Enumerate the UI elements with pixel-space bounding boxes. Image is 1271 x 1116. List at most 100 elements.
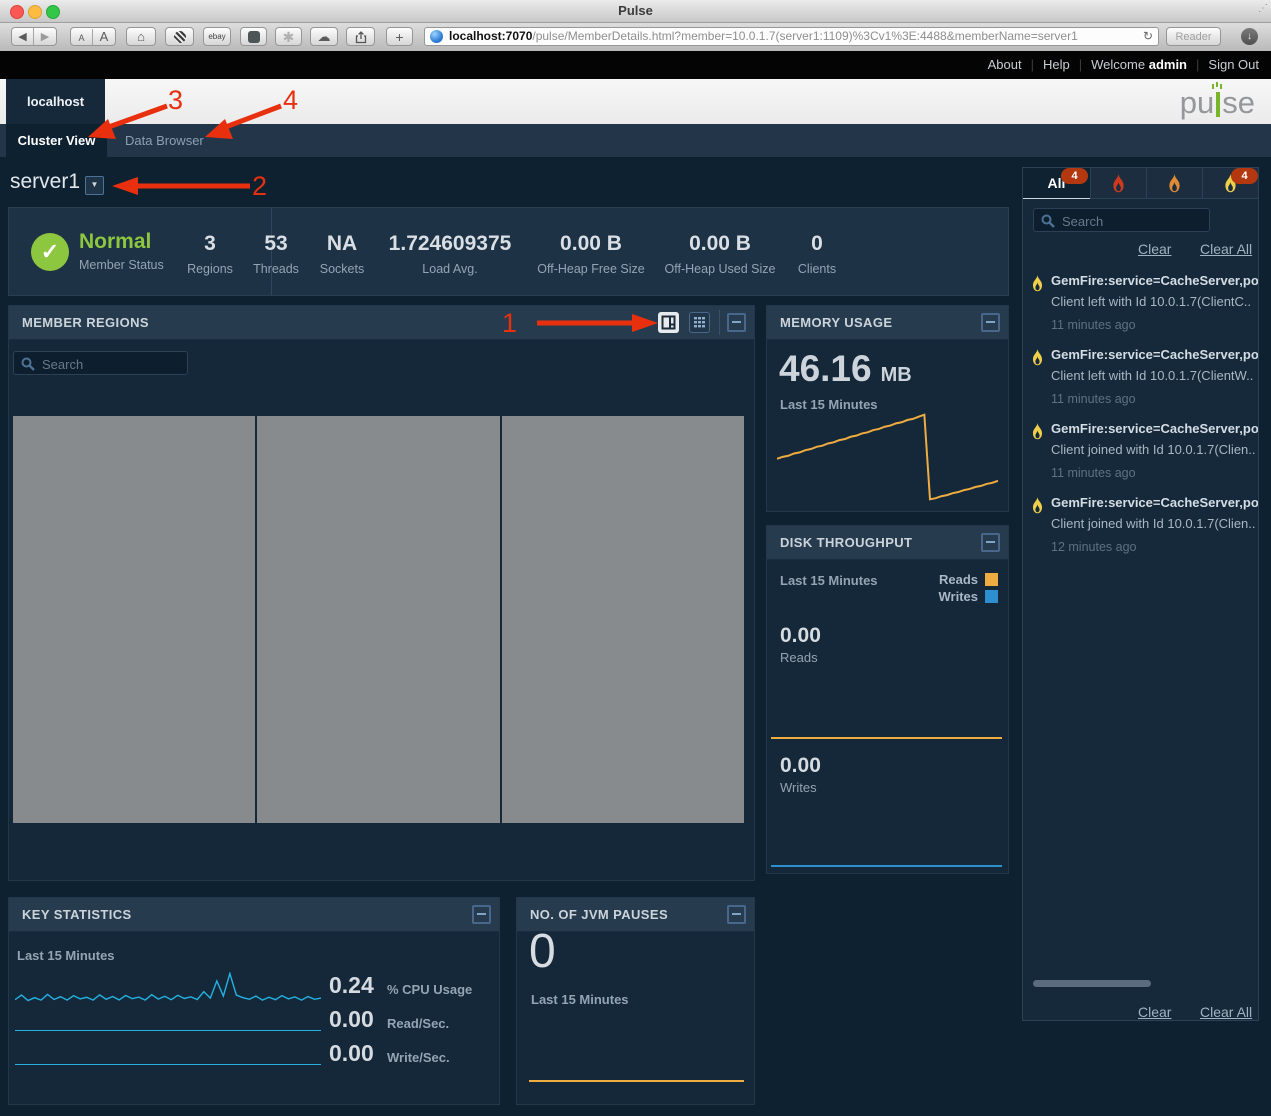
share-icon <box>355 31 367 44</box>
cpu-usage-value: 0.24 <box>329 972 374 999</box>
legend-writes: Writes <box>939 588 999 605</box>
sign-out-link[interactable]: Sign Out <box>1208 57 1259 72</box>
new-tab-button[interactable]: + <box>386 27 413 46</box>
clear-link-top[interactable]: Clear <box>1138 241 1171 257</box>
about-link[interactable]: About <box>988 57 1022 72</box>
clear-all-link-bottom[interactable]: Clear All <box>1200 1004 1252 1020</box>
annotation-label-4: 4 <box>283 85 298 116</box>
address-bar[interactable]: localhost:7070/pulse/MemberDetails.html?… <box>424 27 1159 46</box>
jvm-pauses-panel: NO. OF JVM PAUSES 0 Last 15 Minutes <box>516 897 755 1105</box>
evernote-button[interactable] <box>240 27 267 46</box>
notification-time: 11 minutes ago <box>1051 392 1136 406</box>
stat-offheap-free: 0.00 BOff-Heap Free Size <box>537 232 644 276</box>
snapback-button[interactable]: ✱ <box>275 27 302 46</box>
notification-item[interactable]: GemFire:service=CacheServer,port=404 Cli… <box>1023 273 1258 331</box>
back-forward-buttons[interactable]: ◀▶ <box>11 27 57 46</box>
collapse-key-statistics-button[interactable] <box>472 905 491 924</box>
pulse-member-details-screen: Pulse ⋰ ◀▶ AA ⌂ ebay ✱ ☁ + localhost:707… <box>0 0 1271 1116</box>
icloud-button[interactable]: ☁ <box>310 27 338 46</box>
clear-link-bottom[interactable]: Clear <box>1138 1004 1171 1020</box>
treemap-view-button[interactable] <box>658 312 679 333</box>
notification-desc: Client left with Id 10.0.1.7(ClientC.. <box>1051 294 1256 309</box>
home-button[interactable]: ⌂ <box>126 27 156 46</box>
stat-offheap-used: 0.00 BOff-Heap Used Size <box>665 232 776 276</box>
all-tab-badge: 4 <box>1061 168 1088 184</box>
collapse-memory-usage-button[interactable] <box>981 313 1000 332</box>
notification-time: 11 minutes ago <box>1051 466 1136 480</box>
writes-per-sec-label: Write/Sec. <box>387 1050 450 1065</box>
ebay-button[interactable]: ebay <box>203 27 231 46</box>
disk-reads-value: 0.00 <box>780 624 821 648</box>
text-larger-button[interactable]: A <box>93 28 115 45</box>
member-regions-title: MEMBER REGIONS <box>22 306 149 339</box>
host-tab-localhost[interactable]: localhost <box>6 79 105 124</box>
flame-yellow-icon <box>1031 497 1044 514</box>
window-titlebar: Pulse ⋰ <box>0 0 1271 23</box>
member-dropdown-button[interactable]: ▼ <box>85 176 104 195</box>
reload-button[interactable]: ↻ <box>1143 28 1153 45</box>
extension-icon <box>174 31 186 43</box>
treemap-icon <box>661 315 676 330</box>
logo-text-se: se <box>1222 85 1255 121</box>
stat-sockets: NASockets <box>320 232 364 276</box>
member-regions-panel: MEMBER REGIONS <box>8 305 755 881</box>
regions-search-input[interactable] <box>40 353 184 375</box>
memory-usage-value: 46.16MB <box>779 348 912 390</box>
tab-cluster-view[interactable]: Cluster View <box>6 124 107 157</box>
collapse-jvm-pauses-button[interactable] <box>727 905 746 924</box>
region-block[interactable] <box>13 416 255 823</box>
notification-item[interactable]: GemFire:service=CacheServer,port=404 Cli… <box>1023 421 1258 479</box>
help-link[interactable]: Help <box>1043 57 1070 72</box>
reader-button[interactable]: Reader <box>1166 27 1221 46</box>
region-block[interactable] <box>502 416 744 823</box>
tab-data-browser[interactable]: Data Browser <box>125 124 204 157</box>
notification-item[interactable]: GemFire:service=CacheServer,port=404 Cli… <box>1023 495 1258 553</box>
notification-title: GemFire:service=CacheServer,port=404 <box>1051 495 1258 510</box>
notifications-tab-severe[interactable] <box>1090 168 1146 199</box>
writes-per-sec-sparkline <box>15 1064 321 1065</box>
grid-view-button[interactable] <box>689 312 710 333</box>
window-resize-icon[interactable]: ⋰ <box>1258 3 1267 14</box>
disk-reads-chart-line <box>771 737 1002 739</box>
clear-all-link-top[interactable]: Clear All <box>1200 241 1252 257</box>
pulse-logo: puse <box>1180 85 1255 121</box>
divider: | <box>1079 57 1082 72</box>
notification-item[interactable]: GemFire:service=CacheServer,port=404 Cli… <box>1023 347 1258 405</box>
collapse-member-regions-button[interactable] <box>727 313 746 332</box>
welcome-label: Welcome <box>1091 57 1145 72</box>
status-state: Normal <box>79 230 151 254</box>
extension-button[interactable] <box>165 27 194 46</box>
memory-usage-panel: MEMORY USAGE 46.16MB Last 15 Minutes <box>766 305 1009 512</box>
share-button[interactable] <box>346 27 375 46</box>
reader-label: Reader <box>1175 31 1211 43</box>
reads-per-sec-sparkline <box>15 1030 321 1031</box>
text-size-buttons[interactable]: AA <box>70 27 116 46</box>
disk-throughput-header: DISK THROUGHPUT <box>767 526 1008 560</box>
notifications-search-input[interactable] <box>1060 210 1204 232</box>
legend-reads: Reads <box>939 571 999 588</box>
notification-time: 11 minutes ago <box>1051 318 1136 332</box>
downloads-button[interactable]: ↓ <box>1241 28 1258 45</box>
jvm-pauses-subtitle: Last 15 Minutes <box>531 992 629 1007</box>
disk-throughput-subtitle: Last 15 Minutes <box>780 573 878 588</box>
memory-usage-chart <box>777 410 998 504</box>
notification-list: GemFire:service=CacheServer,port=404 Cli… <box>1023 273 1258 569</box>
site-favicon <box>430 30 443 43</box>
flame-yellow-icon <box>1031 349 1044 366</box>
region-block[interactable] <box>257 416 499 823</box>
notifications-search <box>1033 208 1210 232</box>
notifications-sidebar: All 4 4 Clear Clear All GemFire:service=… <box>1022 167 1259 1021</box>
notifications-tab-error[interactable] <box>1146 168 1202 199</box>
back-button[interactable]: ◀ <box>12 28 34 45</box>
jvm-pauses-chart-line <box>529 1080 744 1082</box>
collapse-disk-throughput-button[interactable] <box>981 533 1000 552</box>
forward-button[interactable]: ▶ <box>34 28 56 45</box>
annotation-label-1: 1 <box>502 308 517 339</box>
disk-legend: Reads Writes <box>939 571 999 605</box>
divider: | <box>1196 57 1199 72</box>
writes-color-swatch <box>985 590 998 603</box>
disk-writes-label: Writes <box>780 780 817 795</box>
disk-writes-chart-line <box>771 865 1002 867</box>
text-smaller-button[interactable]: A <box>71 29 93 46</box>
sidebar-scrollbar[interactable] <box>1033 980 1151 987</box>
